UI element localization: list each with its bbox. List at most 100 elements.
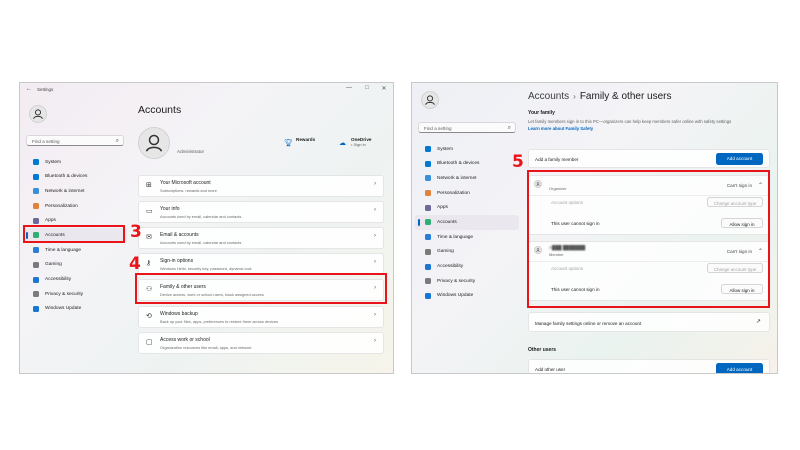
accessibility-icon <box>425 263 431 270</box>
rewards-link[interactable]: 🏆︎ Rewards <box>284 137 316 147</box>
bluetooth-icon <box>33 173 39 180</box>
maximize-icon[interactable]: □ <box>361 85 373 91</box>
chevron-right-icon: › <box>374 233 376 239</box>
card-subtitle: Organization resources like email, apps,… <box>160 344 252 350</box>
chevron-right-icon: › <box>374 207 376 213</box>
other-users-heading: Other users <box>528 347 557 353</box>
monitor-icon <box>33 159 39 165</box>
card-email-accounts[interactable]: ✉ Email & accounts Accounts used by email,… <box>138 227 384 249</box>
sidebar-item-network-internet[interactable]: Network & internet <box>23 184 127 199</box>
page-title: Accounts <box>138 104 182 116</box>
globe-clock-icon <box>33 247 39 254</box>
breadcrumb-current: Family & other users <box>579 91 672 102</box>
search-input[interactable]: Find a setting ⌕ <box>418 122 516 133</box>
add-other-account-button[interactable]: Add account <box>716 363 763 373</box>
sidebar-item-privacy-security[interactable]: Privacy & security <box>23 287 127 302</box>
sidebar-item-label: Time & language <box>45 247 82 253</box>
bluetooth-icon <box>425 160 431 167</box>
search-placeholder: Find a setting <box>32 139 60 144</box>
card-subtitle: Windows Hello, security key, password, d… <box>160 265 252 271</box>
sidebar-item-network-internet[interactable]: Network & internet <box>415 171 519 186</box>
minimize-icon[interactable]: — <box>343 85 355 91</box>
close-icon[interactable]: ✕ <box>378 85 390 92</box>
search-input[interactable]: Find a setting ⌕ <box>26 135 124 146</box>
contact-card-icon: ▭ <box>146 208 153 215</box>
sidebar-item-windows-update[interactable]: Windows Update <box>415 289 519 304</box>
user-avatar-small[interactable] <box>421 91 439 109</box>
mail-icon: ✉ <box>146 234 152 241</box>
add-family-account-label: Add account <box>726 156 753 161</box>
sidebar-item-gaming[interactable]: Gaming <box>415 245 519 260</box>
sidebar-item-label: Apps <box>45 218 56 224</box>
your-family-heading: Your family <box>528 110 555 116</box>
step-4-marker: 4 <box>129 254 141 274</box>
sidebar-item-accessibility[interactable]: Accessibility <box>23 273 127 288</box>
sidebar-item-label: System <box>45 159 61 165</box>
sidebar-item-personalization[interactable]: Personalization <box>415 186 519 201</box>
card-subtitle: Subscriptions, rewards and more <box>160 187 217 193</box>
sidebar-item-apps[interactable]: Apps <box>415 201 519 216</box>
person-icon <box>145 134 163 152</box>
apps-icon <box>425 204 431 211</box>
rewards-title: Rewards <box>296 137 316 142</box>
sidebar-item-label: Gaming <box>437 249 454 255</box>
shield-icon <box>425 278 431 285</box>
sidebar-item-time-language[interactable]: Time & language <box>415 230 519 245</box>
add-other-user-label: Add other user <box>535 367 566 372</box>
card-title: Windows backup <box>160 311 198 317</box>
add-other-user-row: Add other user Add account <box>528 359 770 373</box>
onedrive-link[interactable]: ☁ OneDrive • Sign in <box>339 137 371 147</box>
sidebar-item-bluetooth-devices[interactable]: Bluetooth & devices <box>23 170 127 185</box>
learn-family-safety-link[interactable]: Learn more about Family Safety <box>528 126 593 131</box>
card-title: Your info <box>160 206 180 212</box>
sidebar-item-accessibility[interactable]: Accessibility <box>415 260 519 275</box>
highlight-accounts-nav <box>23 225 125 243</box>
card-your-microsoft-account[interactable]: ⊞ Your Microsoft account Subscriptions, re… <box>138 175 384 197</box>
user-avatar-small[interactable] <box>29 105 47 123</box>
card-subtitle: Accounts used by email, calendar and con… <box>160 213 242 219</box>
sidebar-item-system[interactable]: System <box>23 155 127 170</box>
sidebar-item-accounts[interactable]: Accounts <box>415 215 519 231</box>
trophy-icon: 🏆︎ <box>284 140 293 147</box>
sidebar-item-bluetooth-devices[interactable]: Bluetooth & devices <box>415 157 519 172</box>
accessibility-icon <box>33 276 39 283</box>
windows-icon: ⊞ <box>146 182 152 189</box>
add-family-member-label: Add a family member <box>535 157 579 162</box>
gamepad-icon <box>425 248 431 255</box>
card-sign-in-options[interactable]: ⚷ Sign-in options Windows Hello, security … <box>138 253 384 275</box>
sidebar-item-label: Bluetooth & devices <box>45 174 88 180</box>
search-icon: ⌕ <box>507 124 511 131</box>
add-family-member-row: Add a family member Add account <box>528 149 770 168</box>
apps-icon <box>33 217 39 224</box>
highlight-family-card <box>135 273 387 304</box>
user-avatar-large[interactable] <box>138 127 170 159</box>
sidebar-item-label: Accessibility <box>45 277 72 282</box>
card-subtitle: Accounts used by email, calendar and con… <box>160 239 242 245</box>
sidebar-item-label: Personalization <box>45 203 78 209</box>
cloud-icon: ☁ <box>339 140 346 147</box>
sidebar-item-personalization[interactable]: Personalization <box>23 199 127 214</box>
sidebar-item-windows-update[interactable]: Windows Update <box>23 302 127 317</box>
sidebar-item-label: Accessibility <box>437 264 464 269</box>
card-windows-backup[interactable]: ⟲ Windows backup Back up your files, apps,… <box>138 306 384 328</box>
search-icon: ⌕ <box>115 137 119 144</box>
card-access-work-or-school[interactable]: ▢ Access work or school Organization resou… <box>138 332 384 354</box>
sidebar-item-system[interactable]: System <box>415 142 519 157</box>
sidebar-nav: System Bluetooth & devices Network & inter… <box>415 142 519 304</box>
manage-family-row[interactable]: Manage family settings online or remove … <box>528 312 770 332</box>
sidebar-item-time-language[interactable]: Time & language <box>23 243 127 258</box>
card-title: Email & accounts <box>160 232 199 238</box>
add-family-account-button[interactable]: Add account <box>716 152 763 165</box>
card-your-info[interactable]: ▭ Your info Accounts used by email, calend… <box>138 201 384 223</box>
breadcrumb-accounts[interactable]: Accounts <box>528 91 569 102</box>
back-arrow-icon[interactable]: ← <box>26 86 32 92</box>
sidebar-item-privacy-security[interactable]: Privacy & security <box>415 274 519 289</box>
onedrive-status: • Sign in <box>351 142 366 147</box>
sidebar-item-gaming[interactable]: Gaming <box>23 258 127 273</box>
update-icon <box>33 305 39 312</box>
step-3-marker: 3 <box>130 222 142 242</box>
gamepad-icon <box>33 261 39 268</box>
search-placeholder: Find a setting <box>424 126 452 131</box>
card-title: Access work or school <box>160 337 210 343</box>
sidebar-item-label: Apps <box>437 205 448 211</box>
